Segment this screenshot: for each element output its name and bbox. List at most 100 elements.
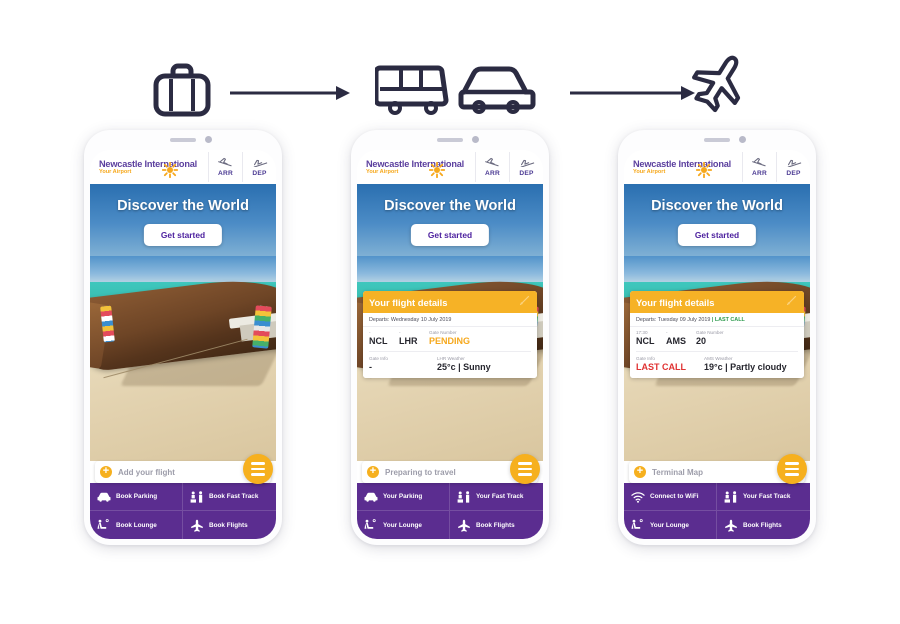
brand-name: Newcastle International [633, 158, 732, 169]
tile-label: Book Flights [476, 521, 515, 529]
departures-label: DEP [786, 170, 801, 177]
departures-button[interactable]: DEP [776, 152, 810, 182]
hamburger-menu-icon[interactable] [510, 454, 540, 484]
flight-details-card: Your flight details Departs: Tuesday 09 … [630, 291, 804, 378]
front-camera [472, 136, 479, 143]
hamburger-menu-icon[interactable] [243, 454, 273, 484]
plus-icon[interactable]: + [634, 466, 646, 478]
app-header: Newcastle International Your Airport ARR… [624, 150, 810, 184]
route-row: 17:30 NCL - AMS Gate Number 20 [630, 327, 804, 351]
quick-actions-grid: Your Parking Your Fast Track Your Lounge [357, 483, 543, 539]
lounge-seat-icon [631, 518, 645, 532]
app-header: Newcastle International Your Airport ARR… [90, 150, 276, 184]
wifi-icon [631, 490, 645, 504]
tile-your-fast-track[interactable]: Your Fast Track [717, 483, 810, 511]
car-icon [97, 490, 111, 504]
flight-details-card: Your flight details Departs: Wednesday 1… [363, 291, 537, 378]
departures-label: DEP [252, 170, 267, 177]
brand-name: Newcastle International [366, 158, 465, 169]
departures-label: DEP [519, 170, 534, 177]
arrivals-label: ARR [485, 170, 500, 177]
brand-logo: Newcastle International Your Airport [624, 158, 742, 178]
add-flight-label: Preparing to travel [385, 467, 456, 477]
arrivals-button[interactable]: ARR [742, 152, 776, 182]
gate-weather-row: Gate Info LAST CALL AMS Weather 19°c | P… [630, 352, 804, 378]
destination-block: - AMS [666, 330, 696, 347]
add-flight-bar[interactable]: + Terminal Map [629, 454, 807, 484]
tile-label: Book Lounge [116, 521, 157, 529]
departures-plane-icon [252, 157, 268, 169]
flight-details-title: Your flight details [369, 296, 448, 308]
car-icon [364, 490, 378, 504]
origin-block: 17:30 NCL [636, 330, 666, 347]
hero-section: Discover the World Get started [90, 184, 276, 461]
tile-label: Connect to WiFi [650, 493, 699, 500]
departs-prefix: Departs: [636, 317, 657, 323]
arrow-1-icon [230, 86, 350, 104]
car-icon [458, 62, 536, 121]
hero-title: Discover the World [117, 198, 249, 214]
get-started-button[interactable]: Get started [410, 224, 490, 246]
arrivals-plane-icon [217, 157, 234, 169]
departures-button[interactable]: DEP [242, 152, 276, 182]
flight-details-body: Departs: Tuesday 09 July 2019 | LAST CAL… [630, 313, 804, 378]
departures-button[interactable]: DEP [509, 152, 543, 182]
phone-1: Newcastle International Your Airport ARR… [84, 130, 282, 545]
origin-code: NCL [369, 336, 388, 346]
tile-your-lounge[interactable]: Your Lounge [357, 511, 450, 539]
get-started-button[interactable]: Get started [677, 224, 757, 246]
arrow-2-icon [570, 86, 695, 104]
lounge-seat-icon [97, 518, 111, 532]
tile-book-flights[interactable]: Book Flights [717, 511, 810, 539]
phone-1-screen: Newcastle International Your Airport ARR… [90, 150, 276, 539]
tile-label: Book Flights [743, 521, 782, 529]
tile-book-lounge[interactable]: Book Lounge [90, 511, 183, 539]
tile-book-fast-track[interactable]: Book Fast Track [183, 483, 276, 511]
plane-icon [190, 518, 204, 532]
screenshot-root: Newcastle International Your Airport ARR… [0, 0, 900, 624]
tile-your-parking[interactable]: Your Parking [357, 483, 450, 511]
brand-tagline: Your Airport [366, 168, 399, 175]
phone-notch [84, 130, 282, 150]
tile-your-fast-track[interactable]: Your Fast Track [450, 483, 543, 511]
tile-connect-to-wifi[interactable]: Connect to WiFi [624, 483, 717, 511]
add-flight-bar[interactable]: + Add your flight [95, 454, 273, 484]
tile-your-lounge[interactable]: Your Lounge [624, 511, 717, 539]
tile-label: Book Flights [209, 521, 248, 529]
departs-date: Wednesday 10 July 2019 [390, 317, 452, 323]
weather-block: AMS Weather 19°c | Partly cloudy [704, 356, 798, 373]
speaker-grille [170, 138, 196, 142]
flight-details-body: Departs: Wednesday 10 July 2019 - NCL - … [363, 313, 537, 378]
origin-block: - NCL [369, 330, 399, 347]
brand-tagline: Your Airport [99, 168, 132, 175]
edit-pencil-icon[interactable] [519, 293, 531, 311]
hamburger-menu-icon[interactable] [777, 454, 807, 484]
departs-prefix: Departs: [369, 317, 390, 323]
gate-info-value: LAST CALL [636, 362, 686, 372]
destination-code: LHR [399, 336, 418, 346]
arrivals-button[interactable]: ARR [475, 152, 509, 182]
gate-number-block: Gate Number 20 [696, 330, 798, 347]
travel-flow-diagram [0, 24, 900, 117]
tile-book-flights[interactable]: Book Flights [450, 511, 543, 539]
tile-book-parking[interactable]: Book Parking [90, 483, 183, 511]
phone-3: Newcastle International Your Airport ARR… [618, 130, 816, 545]
phone-3-screen: Newcastle International Your Airport ARR… [624, 150, 810, 539]
phone-notch [618, 130, 816, 150]
departs-row: Departs: Tuesday 09 July 2019 | LAST CAL… [630, 313, 804, 327]
weather-block: LHR Weather 25°c | Sunny [437, 356, 531, 373]
plus-icon[interactable]: + [100, 466, 112, 478]
tile-label: Book Parking [116, 493, 158, 500]
fast-track-icon [457, 490, 471, 504]
brand-logo: Newcastle International Your Airport [90, 159, 208, 178]
plus-icon[interactable]: + [367, 466, 379, 478]
destination-code: AMS [666, 336, 686, 346]
get-started-button[interactable]: Get started [143, 224, 223, 246]
edit-pencil-icon[interactable] [786, 293, 798, 311]
tile-book-flights[interactable]: Book Flights [183, 511, 276, 539]
phone-2: Newcastle International Your Airport ARR… [351, 130, 549, 545]
plane-icon [688, 50, 750, 121]
departs-date: Tuesday 09 July 2019 [657, 317, 711, 323]
arrivals-button[interactable]: ARR [208, 152, 242, 182]
add-flight-bar[interactable]: + Preparing to travel [362, 454, 540, 484]
